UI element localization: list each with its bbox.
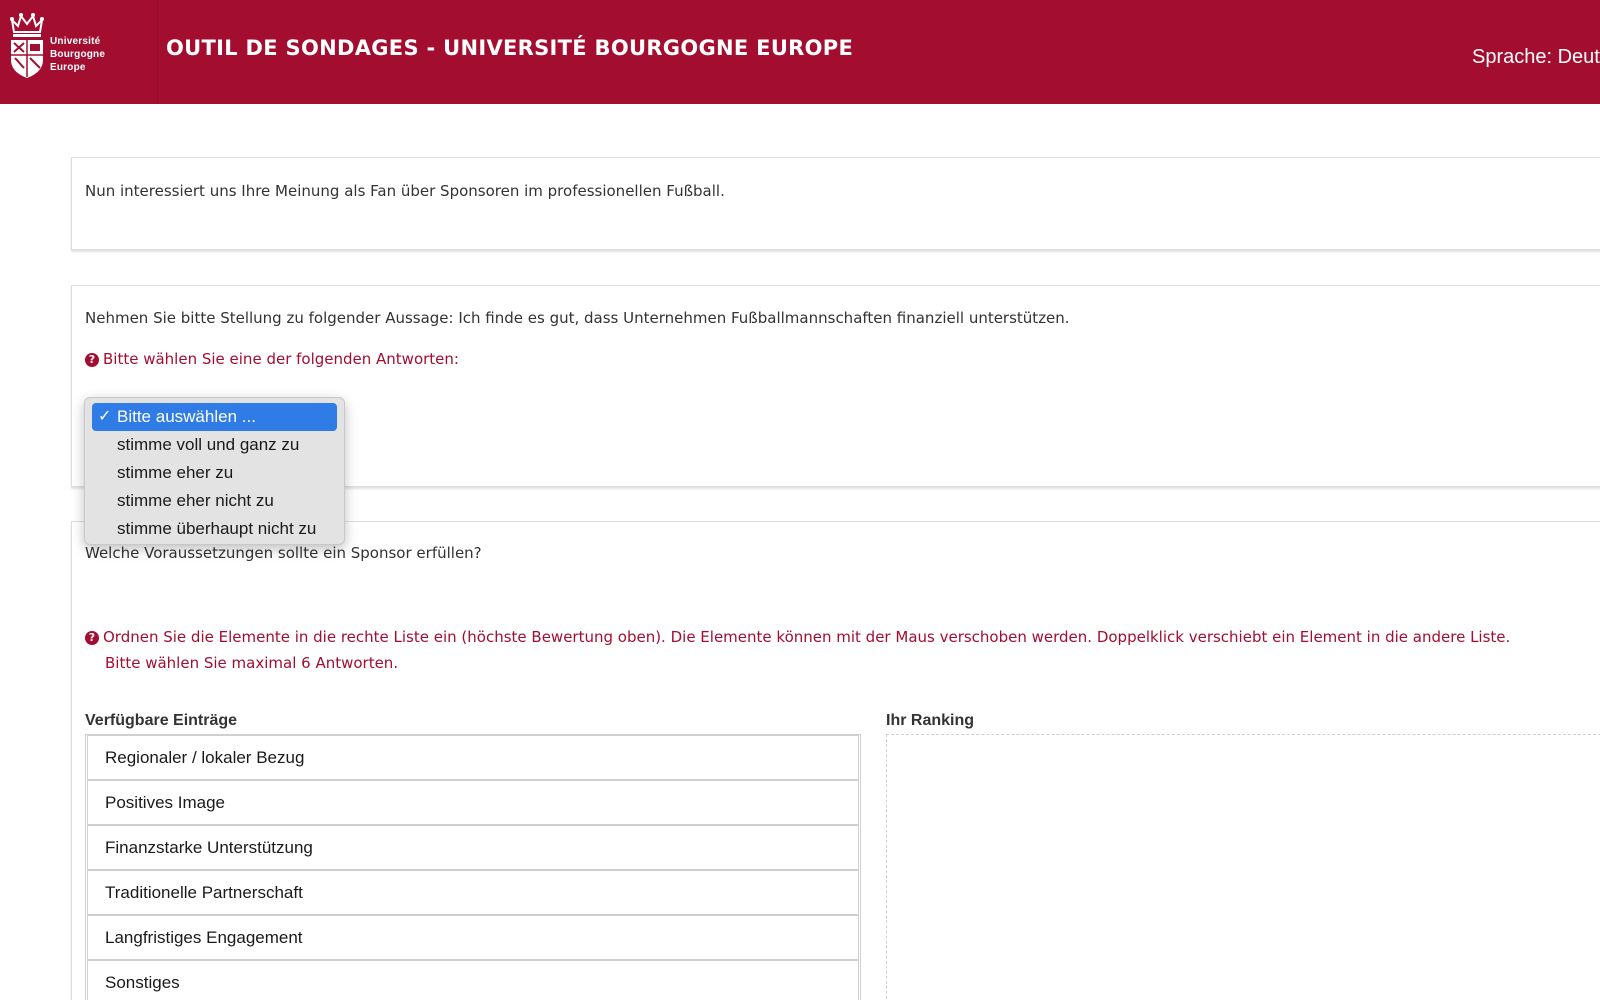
select-option[interactable]: stimme eher zu bbox=[92, 459, 337, 487]
select-option[interactable]: stimme eher nicht zu bbox=[92, 487, 337, 515]
language-selector[interactable]: Sprache: Deuts bbox=[1472, 46, 1600, 69]
checkmark-icon: ✓ bbox=[98, 408, 112, 425]
option-label: stimme eher zu bbox=[117, 463, 234, 482]
list-item[interactable]: Langfristiges Engagement bbox=[87, 915, 859, 960]
list-item[interactable]: Regionaler / lokaler Bezug bbox=[87, 735, 859, 780]
help-message: Ordnen Sie die Elemente in die rechte Li… bbox=[103, 628, 1511, 646]
list-item[interactable]: Finanzstarke Unterstützung bbox=[87, 825, 859, 870]
help-message-max: Bitte wählen Sie maximal 6 Antworten. bbox=[105, 654, 399, 672]
logo-line: Université bbox=[50, 36, 101, 47]
site-title: OUTIL DE SONDAGES - UNIVERSITÉ BOURGOGNE… bbox=[166, 36, 854, 60]
logo-line: Europe bbox=[50, 62, 86, 73]
logo-wordmark: Université Bourgogne Europe bbox=[50, 35, 105, 74]
question-circle-icon: ? bbox=[85, 631, 99, 645]
select-option[interactable]: stimme überhaupt nicht zu bbox=[92, 515, 337, 543]
crown-shield-icon bbox=[10, 13, 44, 78]
select-option[interactable]: stimme voll und ganz zu bbox=[92, 431, 337, 459]
question-text: Welche Voraussetzungen sollte ein Sponso… bbox=[85, 544, 482, 562]
university-logo[interactable]: Université Bourgogne Europe bbox=[0, 0, 158, 104]
site-header: Université Bourgogne Europe OUTIL DE SON… bbox=[0, 0, 1600, 104]
list-item[interactable]: Sonstiges bbox=[87, 960, 859, 1000]
option-label: stimme voll und ganz zu bbox=[117, 435, 300, 454]
option-label: stimme überhaupt nicht zu bbox=[117, 519, 317, 538]
intro-text: Nun interessiert uns Ihre Meinung als Fa… bbox=[85, 182, 725, 200]
help-text: ? Bitte wählen Sie eine der folgenden Ant… bbox=[85, 346, 459, 372]
answer-select-dropdown[interactable]: ✓ Bitte auswählen ... stimme voll und gan… bbox=[84, 397, 345, 545]
ranking-drop-list[interactable] bbox=[886, 734, 1600, 1000]
list-item[interactable]: Positives Image bbox=[87, 780, 859, 825]
intro-panel bbox=[71, 157, 1600, 250]
option-label: Bitte auswählen ... bbox=[117, 407, 256, 426]
option-label: stimme eher nicht zu bbox=[117, 491, 274, 510]
logo-line: Bourgogne bbox=[50, 49, 106, 60]
question-circle-icon: ? bbox=[85, 353, 99, 367]
ranking-list-heading: Ihr Ranking bbox=[886, 712, 975, 729]
help-message: Bitte wählen Sie eine der folgenden Antw… bbox=[103, 350, 459, 368]
list-item[interactable]: Traditionelle Partnerschaft bbox=[87, 870, 859, 915]
available-list-heading: Verfügbare Einträge bbox=[85, 712, 238, 729]
select-option[interactable]: ✓ Bitte auswählen ... bbox=[92, 403, 337, 431]
help-text: ? Ordnen Sie die Elemente in die rechte L… bbox=[85, 624, 1510, 650]
question-text: Nehmen Sie bitte Stellung zu folgender A… bbox=[85, 309, 1070, 327]
available-items-list[interactable]: Regionaler / lokaler Bezug Positives Ima… bbox=[85, 734, 861, 1000]
